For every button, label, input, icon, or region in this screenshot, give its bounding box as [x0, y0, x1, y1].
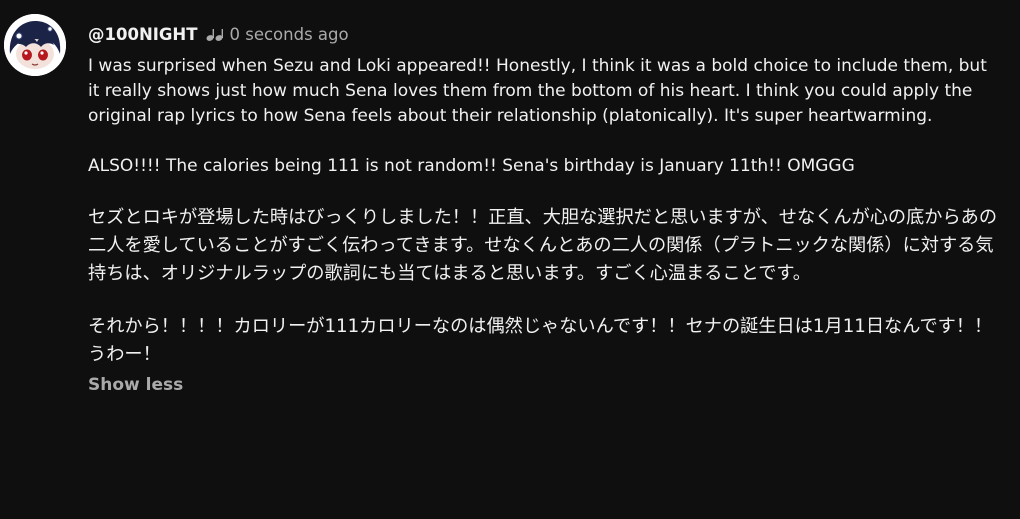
show-less-button[interactable]: Show less — [88, 375, 183, 395]
comment-header: @100NIGHT 0 seconds ago — [88, 20, 1008, 48]
comment-paragraph: I was surprised when Sezu and Loki appea… — [88, 56, 987, 126]
music-note-icon — [205, 27, 225, 41]
comment-thread: @100NIGHT 0 seconds ago I was surprised … — [0, 0, 1020, 519]
avatar[interactable] — [4, 14, 66, 76]
comment-timestamp[interactable]: 0 seconds ago — [230, 25, 349, 44]
author-name[interactable]: @100NIGHT — [88, 25, 198, 44]
comment-text: I was surprised when Sezu and Loki appea… — [88, 54, 1000, 369]
comment-paragraph: それから！！！！カロリーが111カロリーなのは偶然じゃないんです！！セナの誕生日… — [88, 316, 993, 365]
comment-paragraph: セズとロキが登場した時はびっくりしました！！正直、大胆な選択だと思いますが、せな… — [88, 207, 998, 284]
avatar-image — [4, 14, 66, 76]
comment-body: @100NIGHT 0 seconds ago I was surprised … — [88, 20, 1008, 396]
comment-paragraph: ALSO!!!! The calories being 111 is not r… — [88, 156, 855, 176]
